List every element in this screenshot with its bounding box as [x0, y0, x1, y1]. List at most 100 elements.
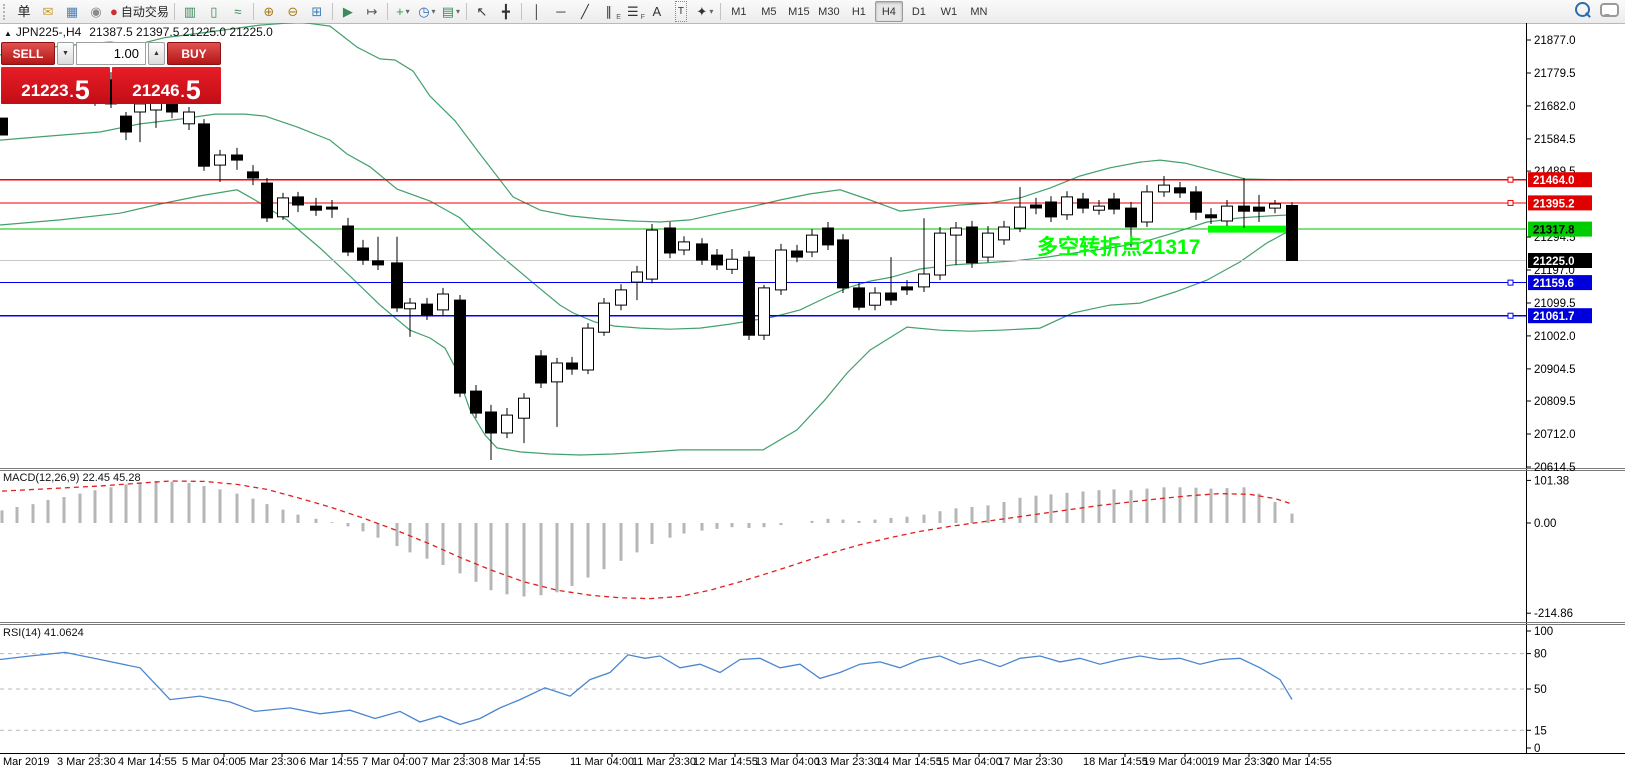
- candlestick: [519, 398, 530, 418]
- candlestick: [438, 294, 449, 310]
- candlestick: [983, 233, 994, 257]
- volume-up-button[interactable]: ▲: [148, 42, 165, 65]
- price-line-handle[interactable]: [1508, 313, 1513, 318]
- mt4-window: 单✉▦◉●自动交易▥▯≈⊕⊖⊞▶↦+▾◷▾▤▾↖╋│─╱∥E☰FAT✦▾M1M5…: [0, 0, 1625, 768]
- candlestick: [902, 287, 913, 290]
- turning-point-annotation[interactable]: 多空转折点21317: [1037, 231, 1200, 261]
- main-chart-pane[interactable]: [0, 22, 1526, 460]
- candlestick: [135, 104, 146, 112]
- candlestick: [807, 235, 818, 252]
- candlestick: [776, 250, 787, 290]
- candlestick: [1239, 206, 1250, 211]
- candlesticks: [0, 70, 1298, 460]
- ohlc-values: 21387.5 21397.5 21225.0 21225.0: [89, 25, 273, 39]
- candlestick: [121, 116, 132, 132]
- candlestick: [854, 288, 865, 307]
- candlestick: [1206, 215, 1217, 218]
- candlestick: [455, 300, 466, 393]
- candlestick: [712, 255, 723, 265]
- candlestick: [759, 288, 770, 335]
- candlestick: [1222, 206, 1233, 221]
- candlestick: [358, 248, 369, 260]
- candlestick: [1046, 202, 1057, 217]
- candlestick: [199, 124, 210, 166]
- one-click-trading-panel: SELL ▼ 1.00 ▲ BUY 21223.5 21246.5: [1, 42, 221, 104]
- pane-divider-macd-rsi[interactable]: [0, 621, 1625, 625]
- candlestick: [536, 356, 547, 383]
- candlestick: [1126, 208, 1137, 227]
- candlestick: [1109, 199, 1120, 209]
- candlestick: [471, 391, 482, 413]
- candlestick: [422, 304, 433, 315]
- pane-borders: [0, 23, 1625, 754]
- candlestick: [1062, 197, 1073, 215]
- candlestick: [919, 274, 930, 287]
- candlestick: [373, 261, 384, 265]
- sell-button[interactable]: SELL: [1, 42, 55, 65]
- candlestick: [184, 112, 195, 124]
- candlestick: [1159, 185, 1170, 192]
- candlestick: [792, 251, 803, 257]
- candlestick: [951, 228, 962, 235]
- candlestick: [823, 228, 834, 245]
- candlestick: [552, 363, 563, 382]
- candlestick: [967, 227, 978, 263]
- candlestick: [1078, 199, 1089, 208]
- candlestick: [647, 230, 658, 279]
- symbol-period-label: JPN225-,H4: [16, 25, 81, 39]
- rsi-pane[interactable]: [0, 652, 1526, 730]
- candlestick: [616, 290, 627, 305]
- rsi-indicator-label: RSI(14) 41.0624: [3, 627, 84, 639]
- turning-point-highlight-bar[interactable]: [1208, 226, 1296, 233]
- chart-canvas[interactable]: 21877.021779.521682.021584.521489.521294…: [0, 0, 1625, 768]
- candlestick: [1031, 205, 1042, 208]
- candlestick: [405, 303, 416, 309]
- candlestick: [327, 207, 338, 209]
- candlestick: [262, 183, 273, 218]
- candlestick: [232, 155, 243, 160]
- macd-indicator-label: MACD(12,26,9) 22.45 45.28: [3, 472, 141, 484]
- candlestick: [278, 198, 289, 217]
- candlestick: [665, 228, 676, 253]
- candlestick: [567, 363, 578, 369]
- buy-button[interactable]: BUY: [167, 42, 221, 65]
- candlestick: [392, 263, 403, 308]
- candlestick: [293, 197, 304, 205]
- collapse-panel-icon[interactable]: ▲: [4, 29, 12, 38]
- candlestick: [0, 118, 8, 135]
- candlestick: [935, 233, 946, 275]
- price-line-handle[interactable]: [1508, 200, 1513, 205]
- candlestick: [343, 226, 354, 252]
- candlestick: [248, 172, 259, 178]
- candlestick: [486, 412, 497, 433]
- candlestick: [1254, 207, 1265, 211]
- candlestick: [311, 206, 322, 210]
- candlestick: [1287, 206, 1298, 261]
- candlestick: [679, 242, 690, 250]
- candlestick: [215, 155, 226, 165]
- candlestick: [632, 272, 643, 282]
- candlestick: [167, 103, 178, 112]
- macd-pane[interactable]: [2, 481, 1292, 599]
- candlestick: [999, 227, 1010, 240]
- candlestick: [1094, 206, 1105, 210]
- chart-title: ▲ JPN225-,H4 21387.5 21397.5 21225.0 21225…: [4, 25, 273, 39]
- sell-price-display[interactable]: 21223.5: [1, 67, 110, 104]
- price-axis[interactable]: [1526, 23, 1625, 753]
- candlestick: [870, 293, 881, 305]
- candlestick: [1191, 192, 1202, 212]
- candlestick: [697, 244, 708, 260]
- volume-input[interactable]: 1.00: [76, 42, 146, 65]
- buy-price-display[interactable]: 21246.5: [112, 67, 221, 104]
- pane-divider-main-macd[interactable]: [0, 467, 1625, 471]
- volume-down-button[interactable]: ▼: [57, 42, 74, 65]
- candlestick: [838, 240, 849, 288]
- candlestick: [1270, 204, 1281, 208]
- price-line-handle[interactable]: [1508, 280, 1513, 285]
- time-axis[interactable]: [0, 753, 1526, 768]
- candlestick: [599, 303, 610, 332]
- candlestick: [886, 293, 897, 300]
- price-line-handle[interactable]: [1508, 177, 1513, 182]
- candlestick: [727, 259, 738, 269]
- candlestick: [744, 257, 755, 335]
